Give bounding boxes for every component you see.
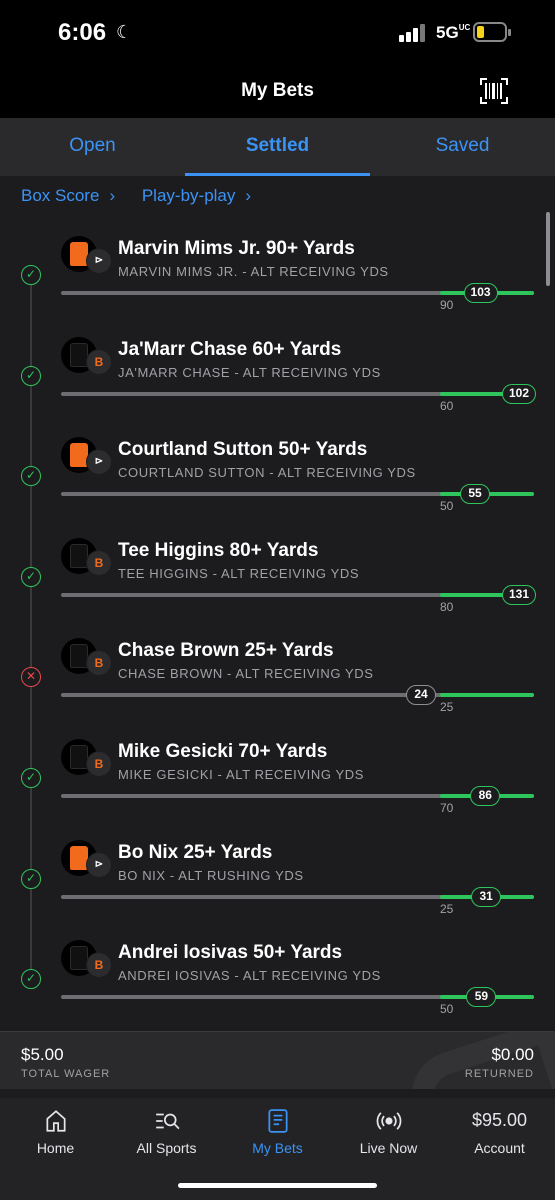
bet-leg[interactable]: ✓ ⊳ Marvin Mims Jr. 90+ Yards MARVIN MIMS J… <box>0 226 555 326</box>
tab-saved[interactable]: Saved <box>370 118 555 176</box>
leg-market: CHASE BROWN - ALT RECEIVING YDS <box>118 666 374 682</box>
bet-leg[interactable]: ✓ ⊳ Courtland Sutton 50+ Yards COURTLAND SU… <box>0 427 555 527</box>
nav-my-bets-label: My Bets <box>252 1140 303 1156</box>
actual-value-pill: 86 <box>470 786 501 806</box>
box-score-link[interactable]: Box Score <box>21 186 99 205</box>
leg-title: Tee Higgins 80+ Yards <box>118 539 319 561</box>
target-value: 50 <box>440 1002 454 1017</box>
returned-amount: $0.00 <box>491 1045 534 1064</box>
clock: 6:06 <box>58 19 107 46</box>
progress-fill <box>440 693 534 698</box>
leg-title: Bo Nix 25+ Yards <box>118 841 273 863</box>
leg-title: Ja'Marr Chase 60+ Yards <box>118 338 342 360</box>
account-balance: $95.00 <box>471 1110 528 1130</box>
nav-all-sports-label: All Sports <box>136 1140 197 1156</box>
betslip-icon <box>267 1109 288 1133</box>
actual-value-pill: 131 <box>502 584 537 605</box>
actual-value-pill: 103 <box>463 283 498 303</box>
bengals-logo-icon: B <box>86 650 112 677</box>
target-value: 25 <box>440 901 454 916</box>
nav-account-label: Account <box>474 1140 525 1156</box>
bengals-logo-icon: B <box>86 751 112 777</box>
loss-x-icon: ✕ <box>21 667 41 688</box>
win-check-icon: ✓ <box>21 265 41 285</box>
actual-value-pill: 24 <box>406 685 436 706</box>
bet-leg[interactable]: ✓ B Andrei Iosivas 50+ Yards ANDREI IOSIVAS… <box>0 930 555 1030</box>
live-icon <box>376 1112 401 1130</box>
actual-value-pill: 59 <box>466 987 497 1008</box>
bet-leg[interactable]: ✕ B Chase Brown 25+ Yards CHASE BROWN - ALT… <box>0 628 555 728</box>
bengals-logo-icon: B <box>86 348 112 375</box>
network-label: 5GUC <box>436 23 471 42</box>
bet-leg[interactable]: ✓ B Tee Higgins 80+ Yards TEE HIGGINS - ALT… <box>0 528 555 628</box>
moon-icon: ☾ <box>116 22 133 42</box>
win-check-icon: ✓ <box>21 969 41 990</box>
win-check-icon: ✓ <box>21 466 41 487</box>
leg-title: Chase Brown 25+ Yards <box>118 640 334 662</box>
returned-label: RETURNED <box>464 1068 534 1080</box>
leg-market: MARVIN MIMS JR. - ALT RECEIVING YDS <box>118 264 389 279</box>
broncos-logo-icon: ⊳ <box>86 851 112 878</box>
bet-leg[interactable]: ✓ B Ja'Marr Chase 60+ Yards JA'MARR CHASE -… <box>0 327 555 427</box>
bengals-logo-icon: B <box>86 952 112 979</box>
target-value: 50 <box>440 499 454 514</box>
play-by-play-link[interactable]: Play-by-play <box>142 186 236 205</box>
tab-open[interactable]: Open <box>0 118 185 176</box>
nav-live-now-label: Live Now <box>359 1140 418 1156</box>
wager-summary: $5.00 TOTAL WAGER $0.00 RETURNED <box>0 1031 555 1089</box>
home-icon <box>45 1110 66 1132</box>
nav-home[interactable]: Home <box>0 1098 111 1200</box>
actual-value-pill: 102 <box>502 383 537 404</box>
actual-value-pill: 31 <box>471 886 502 907</box>
broncos-logo-icon: ⊳ <box>86 248 112 274</box>
tab-settled[interactable]: Settled <box>185 118 370 176</box>
target-value: 70 <box>440 801 454 815</box>
header: My Bets <box>0 66 555 118</box>
chevron-right-icon: › <box>245 186 252 205</box>
total-wager-amount: $5.00 <box>21 1045 64 1064</box>
leg-title: Mike Gesicki 70+ Yards <box>118 741 328 762</box>
win-check-icon: ✓ <box>21 566 41 587</box>
actual-value-pill: 55 <box>460 484 490 505</box>
signal-icon <box>399 24 425 42</box>
page-title: My Bets <box>241 80 314 101</box>
barcode-scan-icon[interactable] <box>480 78 508 104</box>
leg-title: Courtland Sutton 50+ Yards <box>118 439 368 461</box>
bengals-logo-icon: B <box>86 549 112 576</box>
chevron-right-icon: › <box>109 186 116 205</box>
leg-title: Andrei Iosivas 50+ Yards <box>118 942 343 964</box>
leg-market: ANDREI IOSIVAS - ALT RECEIVING YDS <box>118 968 381 984</box>
win-check-icon: ✓ <box>21 768 41 788</box>
total-wager-label: TOTAL WAGER <box>21 1068 111 1080</box>
leg-market: TEE HIGGINS - ALT RECEIVING YDS <box>118 565 360 581</box>
broncos-logo-icon: ⊳ <box>86 449 112 476</box>
target-value: 60 <box>440 398 454 413</box>
bet-leg[interactable]: ✓ B Mike Gesicki 70+ Yards MIKE GESICKI - A… <box>0 729 555 829</box>
bet-leg[interactable]: ✓ ⊳ Bo Nix 25+ Yards BO NIX - ALT RUSHING Y… <box>0 830 555 930</box>
target-value: 25 <box>440 700 454 715</box>
leg-market: COURTLAND SUTTON - ALT RECEIVING YDS <box>118 465 416 481</box>
win-check-icon: ✓ <box>21 365 41 386</box>
target-value: 90 <box>440 298 454 312</box>
home-indicator <box>178 1183 377 1188</box>
search-list-icon <box>155 1113 180 1130</box>
nav-home-label: Home <box>36 1140 75 1156</box>
nav-account[interactable]: $95.00 Account <box>444 1098 555 1200</box>
leg-market: MIKE GESICKI - ALT RECEIVING YDS <box>118 767 365 782</box>
leg-title: Marvin Mims Jr. 90+ Yards <box>118 238 355 259</box>
leg-market: BO NIX - ALT RUSHING YDS <box>118 867 304 883</box>
battery-icon <box>473 22 511 42</box>
game-links: Box Score › Play-by-play › <box>21 186 273 206</box>
status-bar: 6:06 ☾ 5GUC <box>0 0 555 66</box>
win-check-icon: ✓ <box>21 868 41 889</box>
target-value: 80 <box>440 599 454 614</box>
leg-market: JA'MARR CHASE - ALT RECEIVING YDS <box>118 364 381 380</box>
bet-status-tabs: Open Settled Saved <box>0 118 555 176</box>
